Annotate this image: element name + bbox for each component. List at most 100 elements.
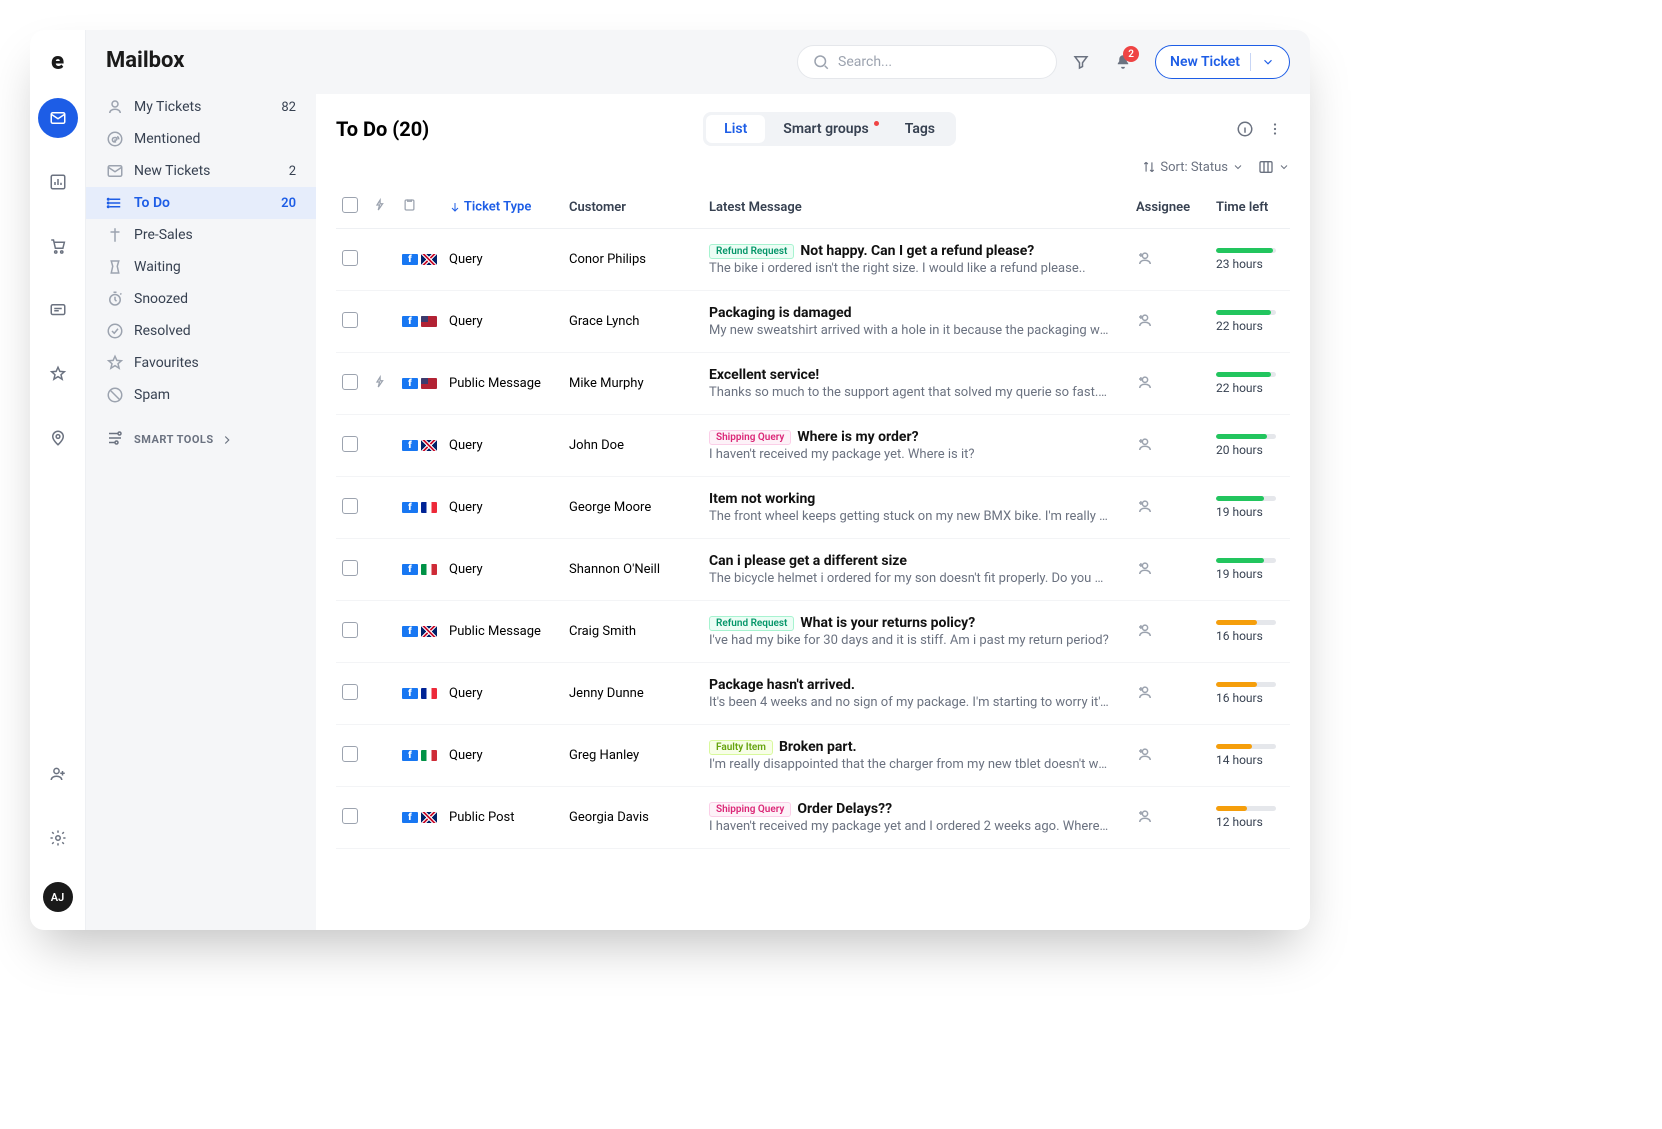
ticket-preview: I haven't received my package yet and I … bbox=[709, 819, 1109, 834]
row-checkbox[interactable] bbox=[342, 808, 358, 824]
ticket-row[interactable]: fQueryConor PhilipsRefund Request Not ha… bbox=[336, 229, 1290, 291]
ticket-preview: It's been 4 weeks and no sign of my pack… bbox=[709, 695, 1109, 710]
row-checkbox[interactable] bbox=[342, 250, 358, 266]
tab-list[interactable]: List bbox=[706, 115, 765, 143]
facebook-icon: f bbox=[402, 254, 418, 265]
assign-button[interactable] bbox=[1136, 318, 1154, 333]
layout-dropdown[interactable] bbox=[1258, 158, 1290, 176]
ticket-row[interactable]: fQueryJohn DoeShipping Query Where is my… bbox=[336, 415, 1290, 477]
ticket-row[interactable]: fPublic MessageMike Murphy Excellent ser… bbox=[336, 353, 1290, 415]
rail-mailbox[interactable] bbox=[38, 98, 78, 138]
topbar: Search... 2 New Ticket bbox=[316, 30, 1310, 94]
ticket-row[interactable]: fQueryGreg HanleyFaulty Item Broken part… bbox=[336, 725, 1290, 787]
assign-button[interactable] bbox=[1136, 628, 1154, 643]
chevron-down-icon bbox=[1278, 158, 1290, 176]
add-user-icon bbox=[1136, 683, 1154, 701]
ticket-row[interactable]: fQueryGrace Lynch Packaging is damagedMy… bbox=[336, 291, 1290, 353]
assign-button[interactable] bbox=[1136, 690, 1154, 705]
row-checkbox[interactable] bbox=[342, 436, 358, 452]
assign-button[interactable] bbox=[1136, 566, 1154, 581]
rail-add-user[interactable] bbox=[38, 754, 78, 794]
customer-name: Jenny Dunne bbox=[563, 663, 703, 725]
rail-location[interactable] bbox=[38, 418, 78, 458]
row-checkbox[interactable] bbox=[342, 560, 358, 576]
sidebar-item-resolved[interactable]: Resolved bbox=[86, 315, 316, 347]
filter-button[interactable] bbox=[1063, 44, 1099, 80]
assign-button[interactable] bbox=[1136, 256, 1154, 271]
tab-smart-groups[interactable]: Smart groups bbox=[765, 115, 886, 143]
flag-uk-icon bbox=[421, 440, 437, 451]
col-ticket-type[interactable]: Ticket Type bbox=[443, 186, 563, 229]
customer-name: Shannon O'Neill bbox=[563, 539, 703, 601]
user-avatar[interactable]: AJ bbox=[43, 882, 73, 912]
channel-flags: f bbox=[402, 812, 437, 823]
sidebar-item-spam[interactable]: Spam bbox=[86, 379, 316, 411]
col-time-left[interactable]: Time left bbox=[1210, 186, 1290, 229]
flag-it-icon bbox=[421, 750, 437, 761]
assign-button[interactable] bbox=[1136, 752, 1154, 767]
row-checkbox[interactable] bbox=[342, 498, 358, 514]
row-checkbox[interactable] bbox=[342, 684, 358, 700]
new-ticket-button[interactable]: New Ticket bbox=[1155, 45, 1290, 79]
tab-tags[interactable]: Tags bbox=[887, 115, 953, 143]
nav-icon bbox=[106, 98, 124, 116]
chevron-right-icon bbox=[220, 431, 234, 449]
smart-tools-toggle[interactable]: SMART TOOLS bbox=[86, 411, 316, 450]
time-progress bbox=[1216, 558, 1276, 563]
channel-flags: f bbox=[402, 378, 437, 389]
col-customer[interactable]: Customer bbox=[563, 186, 703, 229]
ticket-type: Query bbox=[443, 539, 563, 601]
cart-icon bbox=[49, 237, 67, 255]
ticket-type: Public Message bbox=[443, 601, 563, 663]
nav-icon bbox=[106, 322, 124, 340]
assign-button[interactable] bbox=[1136, 504, 1154, 519]
ticket-row[interactable]: fPublic MessageCraig SmithRefund Request… bbox=[336, 601, 1290, 663]
rail-settings[interactable] bbox=[38, 818, 78, 858]
sidebar-item-new-tickets[interactable]: New Tickets2 bbox=[86, 155, 316, 187]
col-assignee[interactable]: Assignee bbox=[1130, 186, 1210, 229]
info-button[interactable] bbox=[1230, 114, 1260, 144]
assign-button[interactable] bbox=[1136, 380, 1154, 395]
customer-name: Craig Smith bbox=[563, 601, 703, 663]
ticket-row[interactable]: fQueryGeorge Moore Item not workingThe f… bbox=[336, 477, 1290, 539]
sidebar-item-my-tickets[interactable]: My Tickets82 bbox=[86, 91, 316, 123]
add-user-icon bbox=[1136, 745, 1154, 763]
search-input[interactable]: Search... bbox=[797, 45, 1057, 79]
ticket-row[interactable]: fPublic PostGeorgia DavisShipping Query … bbox=[336, 787, 1290, 849]
flag-us-icon bbox=[421, 316, 437, 327]
ticket-subject: Can i please get a different size bbox=[709, 553, 1124, 569]
notifications-button[interactable]: 2 bbox=[1105, 44, 1141, 80]
row-checkbox[interactable] bbox=[342, 374, 358, 390]
sidebar-item-mentioned[interactable]: Mentioned bbox=[86, 123, 316, 155]
more-button[interactable] bbox=[1260, 114, 1290, 144]
tag-pill: Shipping Query bbox=[709, 430, 791, 445]
assign-button[interactable] bbox=[1136, 814, 1154, 829]
sidebar-item-waiting[interactable]: Waiting bbox=[86, 251, 316, 283]
add-user-icon bbox=[1136, 373, 1154, 391]
time-progress bbox=[1216, 682, 1276, 687]
row-checkbox[interactable] bbox=[342, 746, 358, 762]
sidebar-item-snoozed[interactable]: Snoozed bbox=[86, 283, 316, 315]
assign-button[interactable] bbox=[1136, 442, 1154, 457]
facebook-icon: f bbox=[402, 316, 418, 327]
sidebar-item-favourites[interactable]: Favourites bbox=[86, 347, 316, 379]
ticket-type: Query bbox=[443, 725, 563, 787]
row-checkbox[interactable] bbox=[342, 622, 358, 638]
channel-flags: f bbox=[402, 440, 437, 451]
rail-cart[interactable] bbox=[38, 226, 78, 266]
select-all-checkbox[interactable] bbox=[342, 197, 358, 213]
col-latest-message[interactable]: Latest Message bbox=[703, 186, 1130, 229]
channel-flags: f bbox=[402, 502, 437, 513]
time-left: 23 hours bbox=[1216, 257, 1263, 271]
rail-analytics[interactable] bbox=[38, 162, 78, 202]
sort-dropdown[interactable]: Sort: Status bbox=[1142, 158, 1244, 176]
ticket-row[interactable]: fQueryJenny Dunne Package hasn't arrived… bbox=[336, 663, 1290, 725]
row-checkbox[interactable] bbox=[342, 312, 358, 328]
rail-favourites[interactable] bbox=[38, 354, 78, 394]
ticket-row[interactable]: fQueryShannon O'Neill Can i please get a… bbox=[336, 539, 1290, 601]
sidebar-item-to-do[interactable]: To Do20 bbox=[86, 187, 316, 219]
tickets-table: Ticket Type Customer Latest Message Assi… bbox=[336, 186, 1290, 849]
rail-chat[interactable] bbox=[38, 290, 78, 330]
ticket-subject: Package hasn't arrived. bbox=[709, 677, 1124, 693]
sidebar-item-pre-sales[interactable]: Pre-Sales bbox=[86, 219, 316, 251]
